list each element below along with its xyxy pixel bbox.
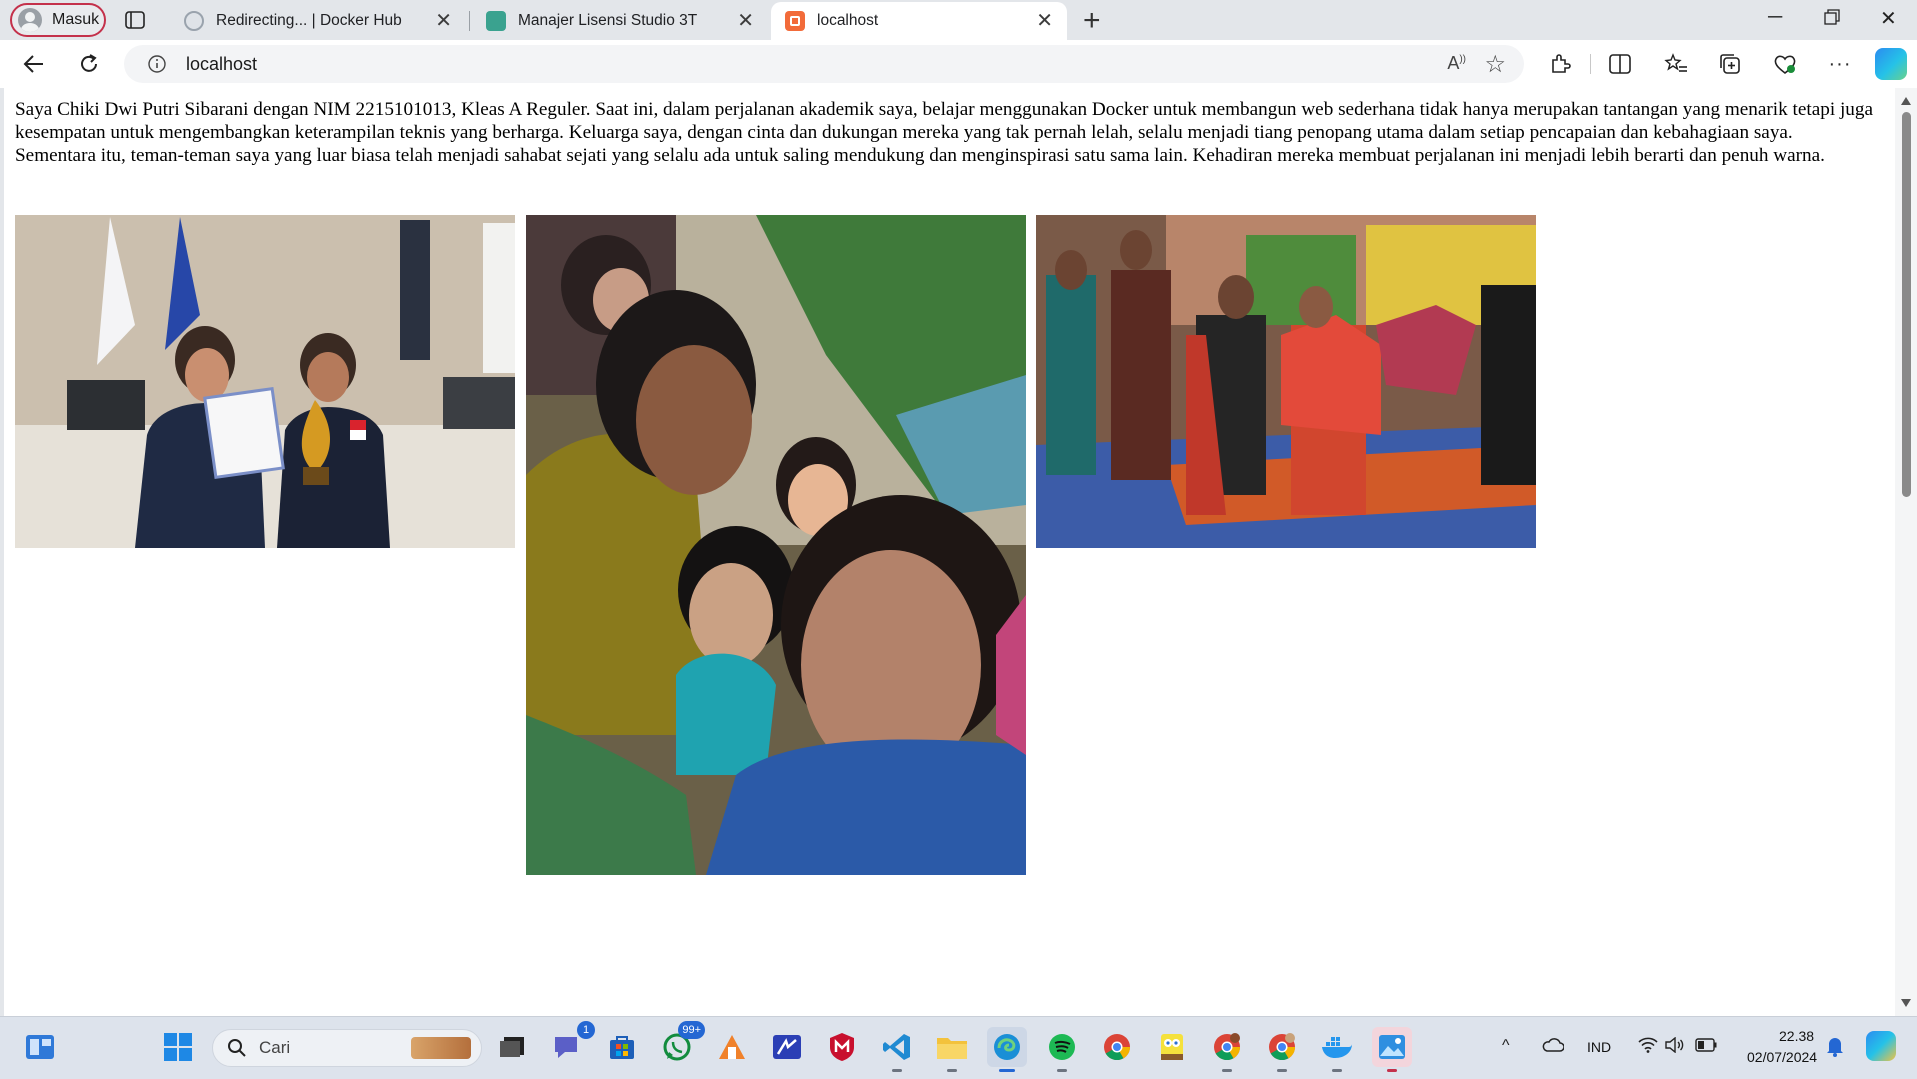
chrome-profile-icon[interactable]: [1207, 1027, 1247, 1072]
running-indicator: [1387, 1069, 1397, 1072]
chrome-profile-2-icon[interactable]: [1262, 1027, 1302, 1072]
split-screen-icon[interactable]: [1606, 50, 1634, 78]
tab-title: Manajer Lisensi Studio 3T: [518, 12, 698, 29]
close-icon[interactable]: ✕: [435, 11, 452, 31]
address-bar[interactable]: localhost A)) ☆: [124, 45, 1524, 83]
microsoft-store-icon[interactable]: [602, 1027, 642, 1067]
whatsapp-icon[interactable]: 99+: [657, 1021, 705, 1067]
back-icon[interactable]: [20, 50, 48, 78]
page-viewport: Saya Chiki Dwi Putri Sibarani dengan NIM…: [0, 88, 1917, 1016]
office-app-icon[interactable]: [712, 1027, 752, 1067]
browser-toolbar: localhost A)) ☆ ···: [0, 40, 1917, 88]
studio3t-icon: [486, 11, 506, 31]
powerautomate-icon[interactable]: [767, 1027, 807, 1067]
volume-icon[interactable]: [1665, 1036, 1685, 1058]
task-view-icon[interactable]: [492, 1027, 532, 1067]
scroll-down-icon[interactable]: [1900, 998, 1912, 1008]
spongebob-app-icon[interactable]: [1152, 1027, 1192, 1067]
extensions-icon[interactable]: [1546, 50, 1574, 78]
avatar: [18, 8, 42, 32]
search-highlight-icon: [411, 1037, 471, 1059]
search-icon: [228, 1039, 246, 1057]
url-text[interactable]: localhost: [186, 54, 257, 75]
profile-button[interactable]: Masuk: [10, 3, 106, 37]
photos-icon[interactable]: [1372, 1027, 1412, 1072]
photo-award-ceremony: [15, 215, 515, 548]
tab-studio3t[interactable]: Manajer Lisensi Studio 3T ✕: [472, 2, 768, 40]
running-indicator: [1277, 1069, 1287, 1072]
globe-icon: [184, 11, 204, 31]
copilot-icon[interactable]: [1875, 48, 1907, 80]
scroll-up-icon[interactable]: [1900, 96, 1912, 106]
search-placeholder: Cari: [259, 1038, 291, 1057]
chrome-icon[interactable]: [1097, 1027, 1137, 1067]
localhost-favicon-icon: [785, 11, 805, 31]
intro-paragraph: Saya Chiki Dwi Putri Sibarani dengan NIM…: [15, 99, 1873, 167]
vertical-scrollbar[interactable]: [1895, 88, 1917, 1016]
tab-actions-icon[interactable]: [122, 8, 148, 32]
photo-traditional-ceremony: [1036, 215, 1536, 548]
clock-time[interactable]: 22.38: [1779, 1028, 1814, 1044]
show-hidden-icons-icon[interactable]: ^: [1502, 1037, 1510, 1055]
running-indicator: [1222, 1069, 1232, 1072]
battery-icon[interactable]: [1695, 1038, 1717, 1057]
edge-icon[interactable]: [987, 1027, 1027, 1072]
more-options-icon[interactable]: ···: [1826, 50, 1854, 78]
close-window-icon[interactable]: ✕: [1880, 6, 1897, 31]
read-aloud-icon[interactable]: A)): [1447, 53, 1466, 74]
collections-icon[interactable]: [1716, 50, 1744, 78]
teams-chat-icon[interactable]: 1: [547, 1021, 595, 1067]
running-indicator: [892, 1069, 902, 1072]
file-explorer-icon[interactable]: [932, 1027, 972, 1072]
docker-icon[interactable]: [1317, 1027, 1357, 1072]
profile-label: Masuk: [52, 11, 100, 28]
running-indicator: [947, 1069, 957, 1072]
tab-localhost[interactable]: localhost ✕: [771, 2, 1067, 40]
notifications-bell-icon[interactable]: [1826, 1035, 1844, 1062]
photo-family-selfie: [526, 215, 1026, 875]
running-indicator: [1332, 1069, 1342, 1072]
new-tab-button[interactable]: +: [1083, 4, 1101, 38]
vscode-icon[interactable]: [877, 1027, 917, 1072]
scrollbar-thumb[interactable]: [1902, 112, 1911, 497]
tab-separator: [469, 11, 470, 31]
site-info-icon[interactable]: [146, 53, 168, 75]
notification-badge: 99+: [678, 1021, 705, 1039]
widgets-icon[interactable]: [20, 1027, 60, 1067]
browser-essentials-icon[interactable]: [1771, 50, 1799, 78]
language-indicator[interactable]: IND: [1587, 1039, 1611, 1055]
favorites-icon[interactable]: [1662, 50, 1690, 78]
spotify-icon[interactable]: [1042, 1027, 1082, 1072]
windows-taskbar: Cari 1 99+ ^ IND 22.38 02/07/2024: [0, 1016, 1917, 1079]
taskbar-search[interactable]: Cari: [212, 1029, 482, 1067]
refresh-icon[interactable]: [75, 50, 103, 78]
clock-date[interactable]: 02/07/2024: [1747, 1049, 1817, 1065]
tab-docker-hub[interactable]: Redirecting... | Docker Hub ✕: [170, 2, 466, 40]
tab-title: Redirecting... | Docker Hub: [216, 12, 402, 29]
wifi-icon[interactable]: [1638, 1037, 1658, 1058]
favorite-star-icon[interactable]: ☆: [1484, 50, 1506, 79]
close-icon[interactable]: ✕: [1036, 11, 1053, 31]
restore-icon[interactable]: [1824, 8, 1840, 31]
start-icon[interactable]: [158, 1027, 198, 1067]
running-indicator: [1057, 1069, 1067, 1072]
tab-strip: Masuk Redirecting... | Docker Hub ✕ Mana…: [0, 0, 1917, 40]
onedrive-icon[interactable]: [1542, 1037, 1565, 1058]
notification-badge: 1: [577, 1021, 595, 1039]
minimize-icon[interactable]: ─: [1768, 6, 1782, 29]
copilot-taskbar-icon[interactable]: [1866, 1031, 1896, 1061]
tab-title: localhost: [817, 12, 879, 29]
active-indicator: [999, 1069, 1015, 1072]
toolbar-divider: [1590, 54, 1591, 74]
close-icon[interactable]: ✕: [737, 11, 754, 31]
mcafee-shield-icon[interactable]: [822, 1027, 862, 1067]
